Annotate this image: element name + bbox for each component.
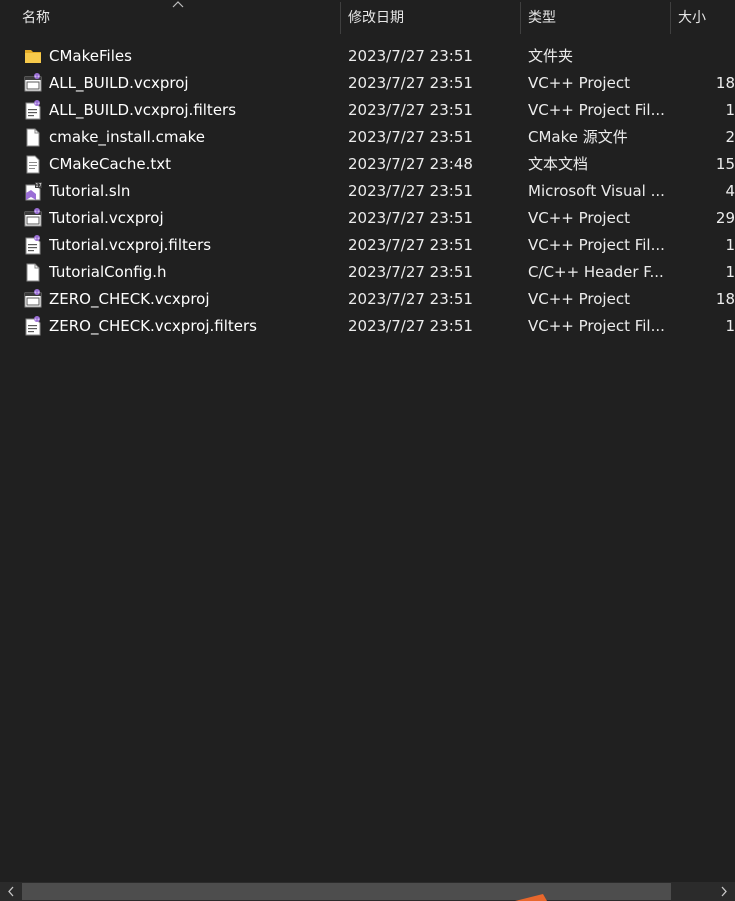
file-row[interactable]: cmake_install.cmake 2023/7/27 23:51 CMak…: [0, 124, 735, 151]
file-type: VC++ Project Fil...: [528, 101, 665, 119]
filters-icon: ++: [25, 235, 41, 255]
file-type: VC++ Project Fil...: [528, 236, 665, 254]
file-name: ALL_BUILD.vcxproj.filters: [49, 101, 237, 119]
column-header-name[interactable]: 名称: [22, 0, 322, 36]
file-date: 2023/7/27 23:51: [348, 74, 473, 92]
file-type: Microsoft Visual ...: [528, 182, 665, 200]
text-file-icon: [26, 155, 40, 174]
file-name: CMakeCache.txt: [49, 155, 172, 173]
file-size: [672, 43, 735, 70]
horizontal-scrollbar[interactable]: [0, 882, 735, 901]
filters-icon: ++: [25, 316, 41, 336]
file-size: 15: [715, 155, 735, 173]
file-row[interactable]: ++ Tutorial.vcxproj.filters 2023/7/27 23…: [0, 232, 735, 259]
file-size: 2: [725, 128, 735, 146]
file-date: 2023/7/27 23:51: [348, 47, 473, 65]
file-date: 2023/7/27 23:51: [348, 236, 473, 254]
file-size: 4: [725, 182, 735, 200]
file-name: CMakeFiles: [49, 47, 132, 65]
file-date: 2023/7/27 23:51: [348, 263, 473, 281]
file-type: VC++ Project: [528, 74, 630, 92]
file-type: 文本文档: [528, 155, 589, 173]
file-date: 2023/7/27 23:48: [348, 155, 473, 173]
file-type: VC++ Project Fil...: [528, 317, 665, 335]
file-row[interactable]: ++ ZERO_CHECK.vcxproj 2023/7/27 23:51 VC…: [0, 286, 735, 313]
file-row[interactable]: ++ ALL_BUILD.vcxproj 2023/7/27 23:51 VC+…: [0, 70, 735, 97]
file-size: 1: [725, 236, 735, 254]
file-row[interactable]: TutorialConfig.h 2023/7/27 23:51 C/C++ H…: [0, 259, 735, 286]
file-date: 2023/7/27 23:51: [348, 209, 473, 227]
svg-text:++: ++: [34, 210, 40, 214]
file-type: VC++ Project: [528, 209, 630, 227]
scroll-left-icon[interactable]: [4, 884, 18, 899]
column-header-type[interactable]: 类型: [528, 0, 658, 36]
file-size: 18: [715, 74, 735, 92]
file-size: 1: [725, 263, 735, 281]
file-name: TutorialConfig.h: [49, 263, 167, 281]
file-name: ZERO_CHECK.vcxproj.filters: [49, 317, 257, 335]
file-row[interactable]: ++ Tutorial.vcxproj 2023/7/27 23:51 VC++…: [0, 205, 735, 232]
file-row[interactable]: ++ ALL_BUILD.vcxproj.filters 2023/7/27 2…: [0, 97, 735, 124]
file-size: 18: [715, 290, 735, 308]
column-header-date[interactable]: 修改日期: [348, 0, 508, 36]
file-explorer-view: 名称 修改日期 类型 大小 CMakeFiles 2023/7/27 23:51…: [0, 0, 735, 901]
file-name: cmake_install.cmake: [49, 128, 206, 146]
file-name: ZERO_CHECK.vcxproj: [49, 290, 210, 308]
mouse-cursor-icon: [515, 894, 547, 901]
blank-file-icon: [26, 263, 40, 282]
column-divider[interactable]: [340, 2, 341, 34]
column-divider[interactable]: [520, 2, 521, 34]
filters-icon: ++: [25, 100, 41, 120]
file-name: Tutorial.vcxproj: [49, 209, 164, 227]
file-size: 1: [725, 317, 735, 335]
column-header-size[interactable]: 大小: [678, 0, 735, 36]
file-name: ALL_BUILD.vcxproj: [49, 74, 189, 92]
vcxproj-icon: ++: [24, 289, 42, 308]
svg-text:++: ++: [34, 237, 40, 241]
column-header-bar: 名称 修改日期 类型 大小: [0, 0, 735, 36]
column-divider[interactable]: [670, 2, 671, 34]
svg-text:++: ++: [34, 75, 40, 79]
svg-text:++: ++: [34, 318, 40, 322]
file-date: 2023/7/27 23:51: [348, 182, 473, 200]
file-row[interactable]: CMakeCache.txt 2023/7/27 23:48 文本文档 15: [0, 151, 735, 178]
file-type: CMake 源文件: [528, 128, 628, 146]
file-icon: [26, 128, 40, 147]
scrollbar-thumb[interactable]: [22, 883, 671, 900]
vcxproj-icon: ++: [24, 73, 42, 92]
svg-text:++: ++: [34, 102, 40, 106]
file-size: 29: [715, 209, 735, 227]
file-name: Tutorial.sln: [49, 182, 131, 200]
file-type: C/C++ Header F...: [528, 263, 664, 281]
file-row[interactable]: 17 Tutorial.sln 2023/7/27 23:51 Microsof…: [0, 178, 735, 205]
file-date: 2023/7/27 23:51: [348, 290, 473, 308]
file-type: 文件夹: [528, 47, 574, 65]
file-row[interactable]: CMakeFiles 2023/7/27 23:51 文件夹: [0, 43, 735, 70]
file-name: Tutorial.vcxproj.filters: [49, 236, 212, 254]
scroll-right-icon[interactable]: [717, 884, 731, 899]
vcxproj-icon: ++: [24, 208, 42, 227]
folder-icon: [25, 50, 41, 63]
file-row[interactable]: ++ ZERO_CHECK.vcxproj.filters 2023/7/27 …: [0, 313, 735, 340]
file-type: VC++ Project: [528, 290, 630, 308]
file-size: 1: [725, 101, 735, 119]
sln-icon: 17: [25, 182, 42, 201]
svg-text:++: ++: [34, 291, 40, 295]
file-date: 2023/7/27 23:51: [348, 101, 473, 119]
svg-text:17: 17: [35, 183, 41, 189]
file-date: 2023/7/27 23:51: [348, 317, 473, 335]
file-date: 2023/7/27 23:51: [348, 128, 473, 146]
